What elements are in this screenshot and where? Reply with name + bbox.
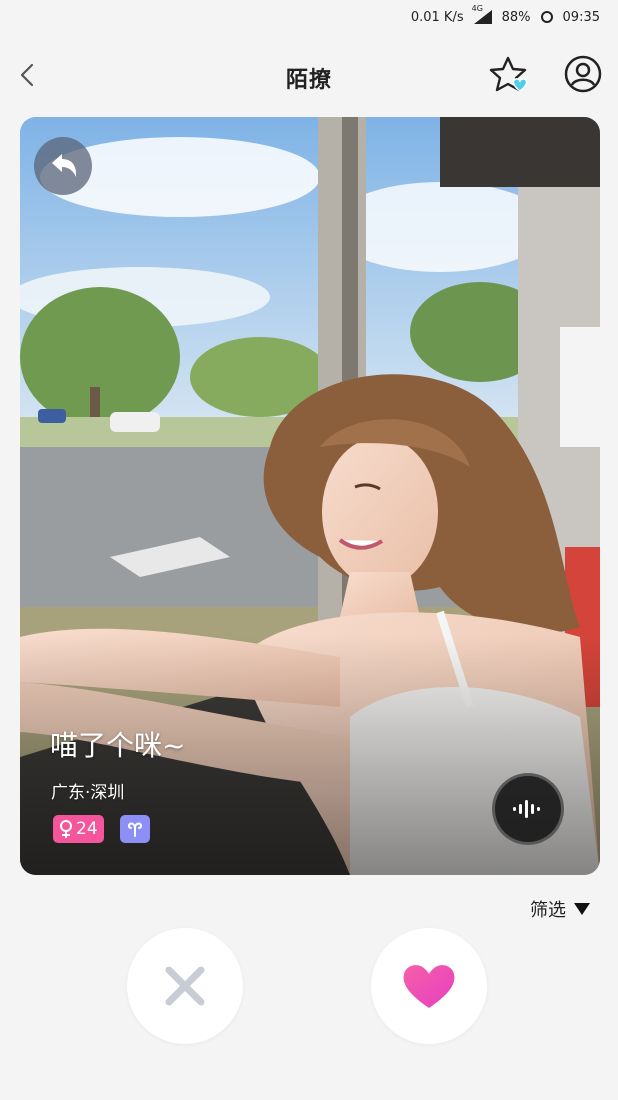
profile-card[interactable]: 喵了个咪~ 广东·深圳 24 xyxy=(20,117,600,875)
voice-intro-button[interactable] xyxy=(492,773,564,845)
age-badge: 24 xyxy=(53,815,104,843)
voice-wave-icon xyxy=(513,800,540,818)
favorites-button[interactable] xyxy=(488,54,534,98)
age-value: 24 xyxy=(76,819,98,839)
zodiac-badge xyxy=(120,815,150,843)
heart-icon xyxy=(403,965,455,1008)
close-icon xyxy=(165,966,205,1006)
network-type: 4G xyxy=(471,4,483,13)
battery-ring-icon xyxy=(540,11,553,23)
triangle-down-icon xyxy=(574,903,590,915)
like-button[interactable] xyxy=(371,928,487,1044)
female-icon xyxy=(60,820,72,838)
network-speed: 0.01 K/s xyxy=(410,9,464,25)
undo-button[interactable] xyxy=(34,137,92,195)
undo-arrow-icon xyxy=(52,154,77,177)
battery-level: 88% xyxy=(501,9,531,25)
profile-location: 广东·深圳 xyxy=(51,783,125,803)
status-bar: 0.01 K/s 4G 88% 09:35 xyxy=(0,0,618,34)
clock: 09:35 xyxy=(562,9,600,25)
filter-button[interactable]: 筛选 xyxy=(530,896,590,922)
header: 陌撩 xyxy=(0,48,618,104)
star-heart-icon xyxy=(489,56,528,92)
aries-icon xyxy=(127,822,143,837)
dislike-button[interactable] xyxy=(127,928,243,1044)
signal-icon: 4G xyxy=(472,4,492,24)
profile-button[interactable] xyxy=(563,54,603,94)
profile-name: 喵了个咪~ xyxy=(50,729,186,762)
user-circle-icon xyxy=(564,55,602,93)
screen: 0.01 K/s 4G 88% 09:35 陌撩 喵了个咪~ 广东·深圳 24 … xyxy=(0,0,618,1100)
filter-label: 筛选 xyxy=(530,900,566,921)
